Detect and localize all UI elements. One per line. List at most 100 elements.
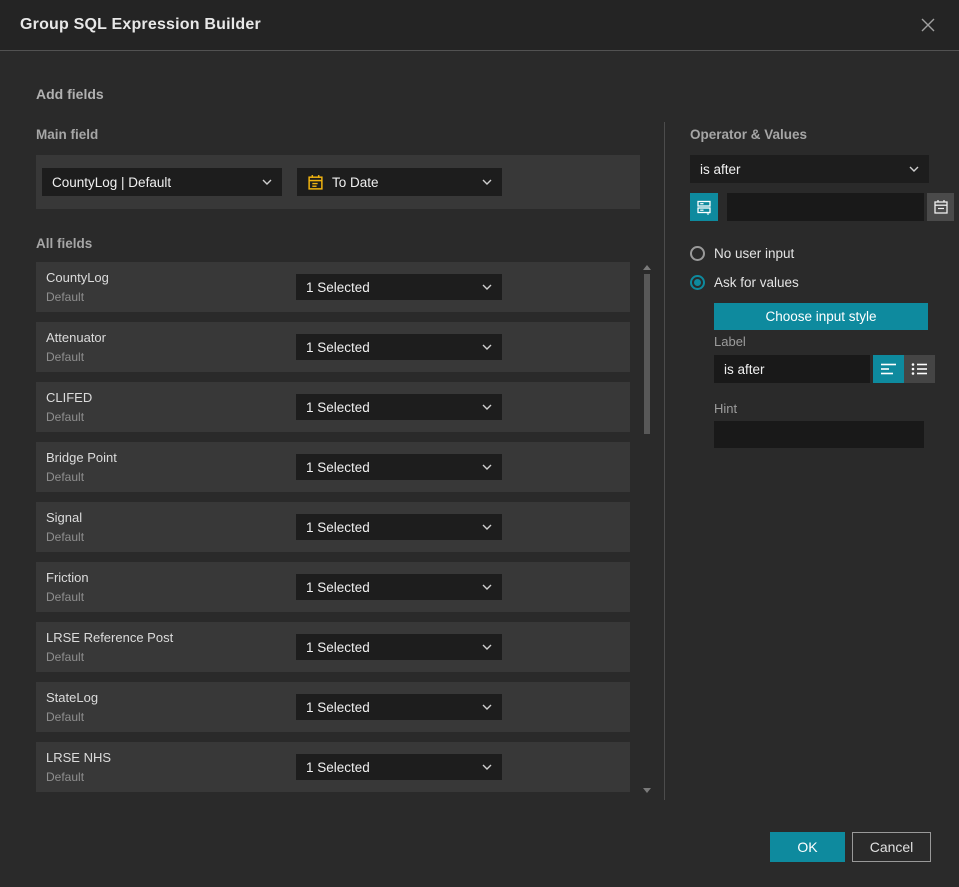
chevron-down-icon bbox=[482, 644, 492, 650]
radio-unselected-icon bbox=[690, 246, 705, 261]
radio-no-user-input[interactable]: No user input bbox=[690, 246, 794, 261]
label-entry-row bbox=[714, 355, 936, 383]
field-name: Attenuator bbox=[46, 330, 106, 345]
align-left-icon bbox=[881, 363, 896, 375]
field-name: Signal bbox=[46, 510, 83, 525]
list-style-button[interactable] bbox=[904, 355, 935, 383]
field-selected-dropdown[interactable]: 1 Selected bbox=[296, 634, 502, 660]
field-name: StateLog bbox=[46, 690, 99, 705]
field-selected-dropdown[interactable]: 1 Selected bbox=[296, 754, 502, 780]
value-entry-row bbox=[690, 193, 954, 221]
chevron-down-icon bbox=[482, 179, 492, 185]
field-selected-dropdown[interactable]: 1 Selected bbox=[296, 694, 502, 720]
field-selected-value: 1 Selected bbox=[306, 579, 370, 595]
field-row: LRSE NHS Default 1 Selected bbox=[36, 742, 630, 792]
main-field-date-select[interactable]: To Date bbox=[297, 168, 502, 196]
field-selected-value: 1 Selected bbox=[306, 399, 370, 415]
hint-input[interactable] bbox=[714, 421, 924, 448]
field-sublabel: Default bbox=[46, 470, 85, 484]
ok-button[interactable]: OK bbox=[770, 832, 845, 862]
field-name: CLIFED bbox=[46, 390, 93, 405]
label-field-label: Label bbox=[714, 334, 746, 349]
cancel-button[interactable]: Cancel bbox=[852, 832, 931, 862]
field-selected-dropdown[interactable]: 1 Selected bbox=[296, 454, 502, 480]
field-selected-dropdown[interactable]: 1 Selected bbox=[296, 514, 502, 540]
calendar-icon bbox=[308, 174, 323, 190]
field-selected-dropdown[interactable]: 1 Selected bbox=[296, 574, 502, 600]
field-row: Friction Default 1 Selected bbox=[36, 562, 630, 612]
field-row: StateLog Default 1 Selected bbox=[36, 682, 630, 732]
chevron-down-icon bbox=[262, 179, 272, 185]
operator-select-value: is after bbox=[700, 161, 741, 177]
field-sublabel: Default bbox=[46, 410, 85, 424]
field-selected-value: 1 Selected bbox=[306, 639, 370, 655]
all-fields-label: All fields bbox=[36, 236, 93, 251]
bulleted-list-icon bbox=[911, 363, 927, 375]
chevron-down-icon bbox=[482, 524, 492, 530]
chevron-down-icon bbox=[482, 284, 492, 290]
field-sublabel: Default bbox=[46, 650, 85, 664]
field-selected-value: 1 Selected bbox=[306, 339, 370, 355]
main-field-date-value: To Date bbox=[332, 174, 379, 190]
field-sublabel: Default bbox=[46, 290, 85, 304]
scroll-down-icon[interactable] bbox=[643, 788, 651, 793]
field-selected-value: 1 Selected bbox=[306, 519, 370, 535]
choose-input-style-button[interactable]: Choose input style bbox=[714, 303, 928, 330]
field-selected-dropdown[interactable]: 1 Selected bbox=[296, 394, 502, 420]
field-sublabel: Default bbox=[46, 710, 85, 724]
field-row: Signal Default 1 Selected bbox=[36, 502, 630, 552]
radio-selected-icon bbox=[690, 275, 705, 290]
field-row: CLIFED Default 1 Selected bbox=[36, 382, 630, 432]
field-row: LRSE Reference Post Default 1 Selected bbox=[36, 622, 630, 672]
radio-no-user-input-label: No user input bbox=[714, 246, 795, 261]
field-name: Friction bbox=[46, 570, 89, 585]
radio-ask-for-values-label: Ask for values bbox=[714, 275, 799, 290]
main-field-select-value: CountyLog | Default bbox=[52, 174, 172, 190]
fields-scrollbar[interactable] bbox=[643, 262, 651, 796]
dialog-titlebar: Group SQL Expression Builder bbox=[0, 0, 959, 51]
field-row: CountyLog Default 1 Selected bbox=[36, 262, 630, 312]
field-row: Attenuator Default 1 Selected bbox=[36, 322, 630, 372]
field-selected-value: 1 Selected bbox=[306, 759, 370, 775]
field-name: LRSE NHS bbox=[46, 750, 112, 765]
field-sublabel: Default bbox=[46, 350, 85, 364]
main-field-label: Main field bbox=[36, 127, 99, 142]
close-icon[interactable] bbox=[917, 14, 939, 36]
calendar-icon bbox=[933, 200, 948, 214]
field-selected-dropdown[interactable]: 1 Selected bbox=[296, 334, 502, 360]
stacked-values-icon bbox=[697, 200, 711, 215]
date-picker-button[interactable] bbox=[927, 193, 954, 221]
field-name: LRSE Reference Post bbox=[46, 630, 174, 645]
text-style-button[interactable] bbox=[873, 355, 904, 383]
chevron-down-icon bbox=[482, 344, 492, 350]
field-sublabel: Default bbox=[46, 770, 85, 784]
radio-ask-for-values[interactable]: Ask for values bbox=[690, 275, 799, 290]
field-row: Bridge Point Default 1 Selected bbox=[36, 442, 630, 492]
date-value-input[interactable] bbox=[727, 193, 924, 221]
chevron-down-icon bbox=[482, 704, 492, 710]
label-input[interactable] bbox=[714, 355, 870, 383]
operator-values-heading: Operator & Values bbox=[690, 127, 808, 142]
chevron-down-icon bbox=[482, 764, 492, 770]
dialog-title: Group SQL Expression Builder bbox=[20, 16, 261, 33]
field-selected-dropdown[interactable]: 1 Selected bbox=[296, 274, 502, 300]
field-sublabel: Default bbox=[46, 590, 85, 604]
chevron-down-icon bbox=[909, 166, 919, 172]
panel-divider bbox=[664, 122, 665, 800]
unique-values-button[interactable] bbox=[690, 193, 718, 221]
scrollbar-thumb[interactable] bbox=[644, 274, 650, 434]
all-fields-list: CountyLog Default 1 Selected Attenuator Defa… bbox=[36, 262, 630, 802]
main-field-panel: CountyLog | Default To Date bbox=[36, 155, 640, 209]
field-selected-value: 1 Selected bbox=[306, 459, 370, 475]
chevron-down-icon bbox=[482, 404, 492, 410]
field-name: Bridge Point bbox=[46, 450, 117, 465]
chevron-down-icon bbox=[482, 584, 492, 590]
field-sublabel: Default bbox=[46, 530, 85, 544]
operator-select[interactable]: is after bbox=[690, 155, 929, 183]
field-name: CountyLog bbox=[46, 270, 109, 285]
chevron-down-icon bbox=[482, 464, 492, 470]
field-selected-value: 1 Selected bbox=[306, 699, 370, 715]
field-selected-value: 1 Selected bbox=[306, 279, 370, 295]
scroll-up-icon[interactable] bbox=[643, 265, 651, 270]
main-field-select[interactable]: CountyLog | Default bbox=[42, 168, 282, 196]
